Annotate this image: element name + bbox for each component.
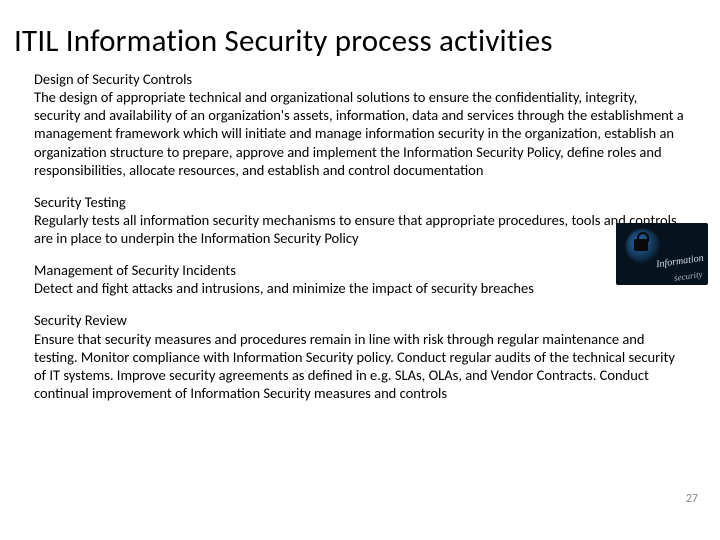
section-security-testing: Security Testing Regularly tests all inf… bbox=[34, 193, 686, 247]
section-incident-management: Management of Security Incidents Detect … bbox=[34, 261, 686, 297]
lock-icon bbox=[634, 239, 648, 251]
section-heading: Design of Security Controls bbox=[34, 70, 686, 88]
section-security-review: Security Review Ensure that security mea… bbox=[34, 311, 686, 402]
page-number: 27 bbox=[686, 492, 698, 506]
section-heading: Security Testing bbox=[34, 193, 686, 211]
thumbnail-text-bottom: security bbox=[673, 269, 703, 283]
section-design-controls: Design of Security Controls The design o… bbox=[34, 70, 686, 179]
slide-title: ITIL Information Security process activi… bbox=[0, 0, 720, 70]
slide-content: Design of Security Controls The design o… bbox=[0, 70, 720, 402]
section-body: Detect and fight attacks and intrusions,… bbox=[34, 279, 686, 297]
section-heading: Security Review bbox=[34, 311, 686, 329]
thumbnail-text-top: Information bbox=[656, 253, 705, 271]
section-body: The design of appropriate technical and … bbox=[34, 88, 686, 179]
section-body: Regularly tests all information security… bbox=[34, 211, 686, 247]
section-body: Ensure that security measures and proced… bbox=[34, 330, 686, 403]
security-thumbnail: Information security bbox=[616, 223, 708, 285]
section-heading: Management of Security Incidents bbox=[34, 261, 686, 279]
